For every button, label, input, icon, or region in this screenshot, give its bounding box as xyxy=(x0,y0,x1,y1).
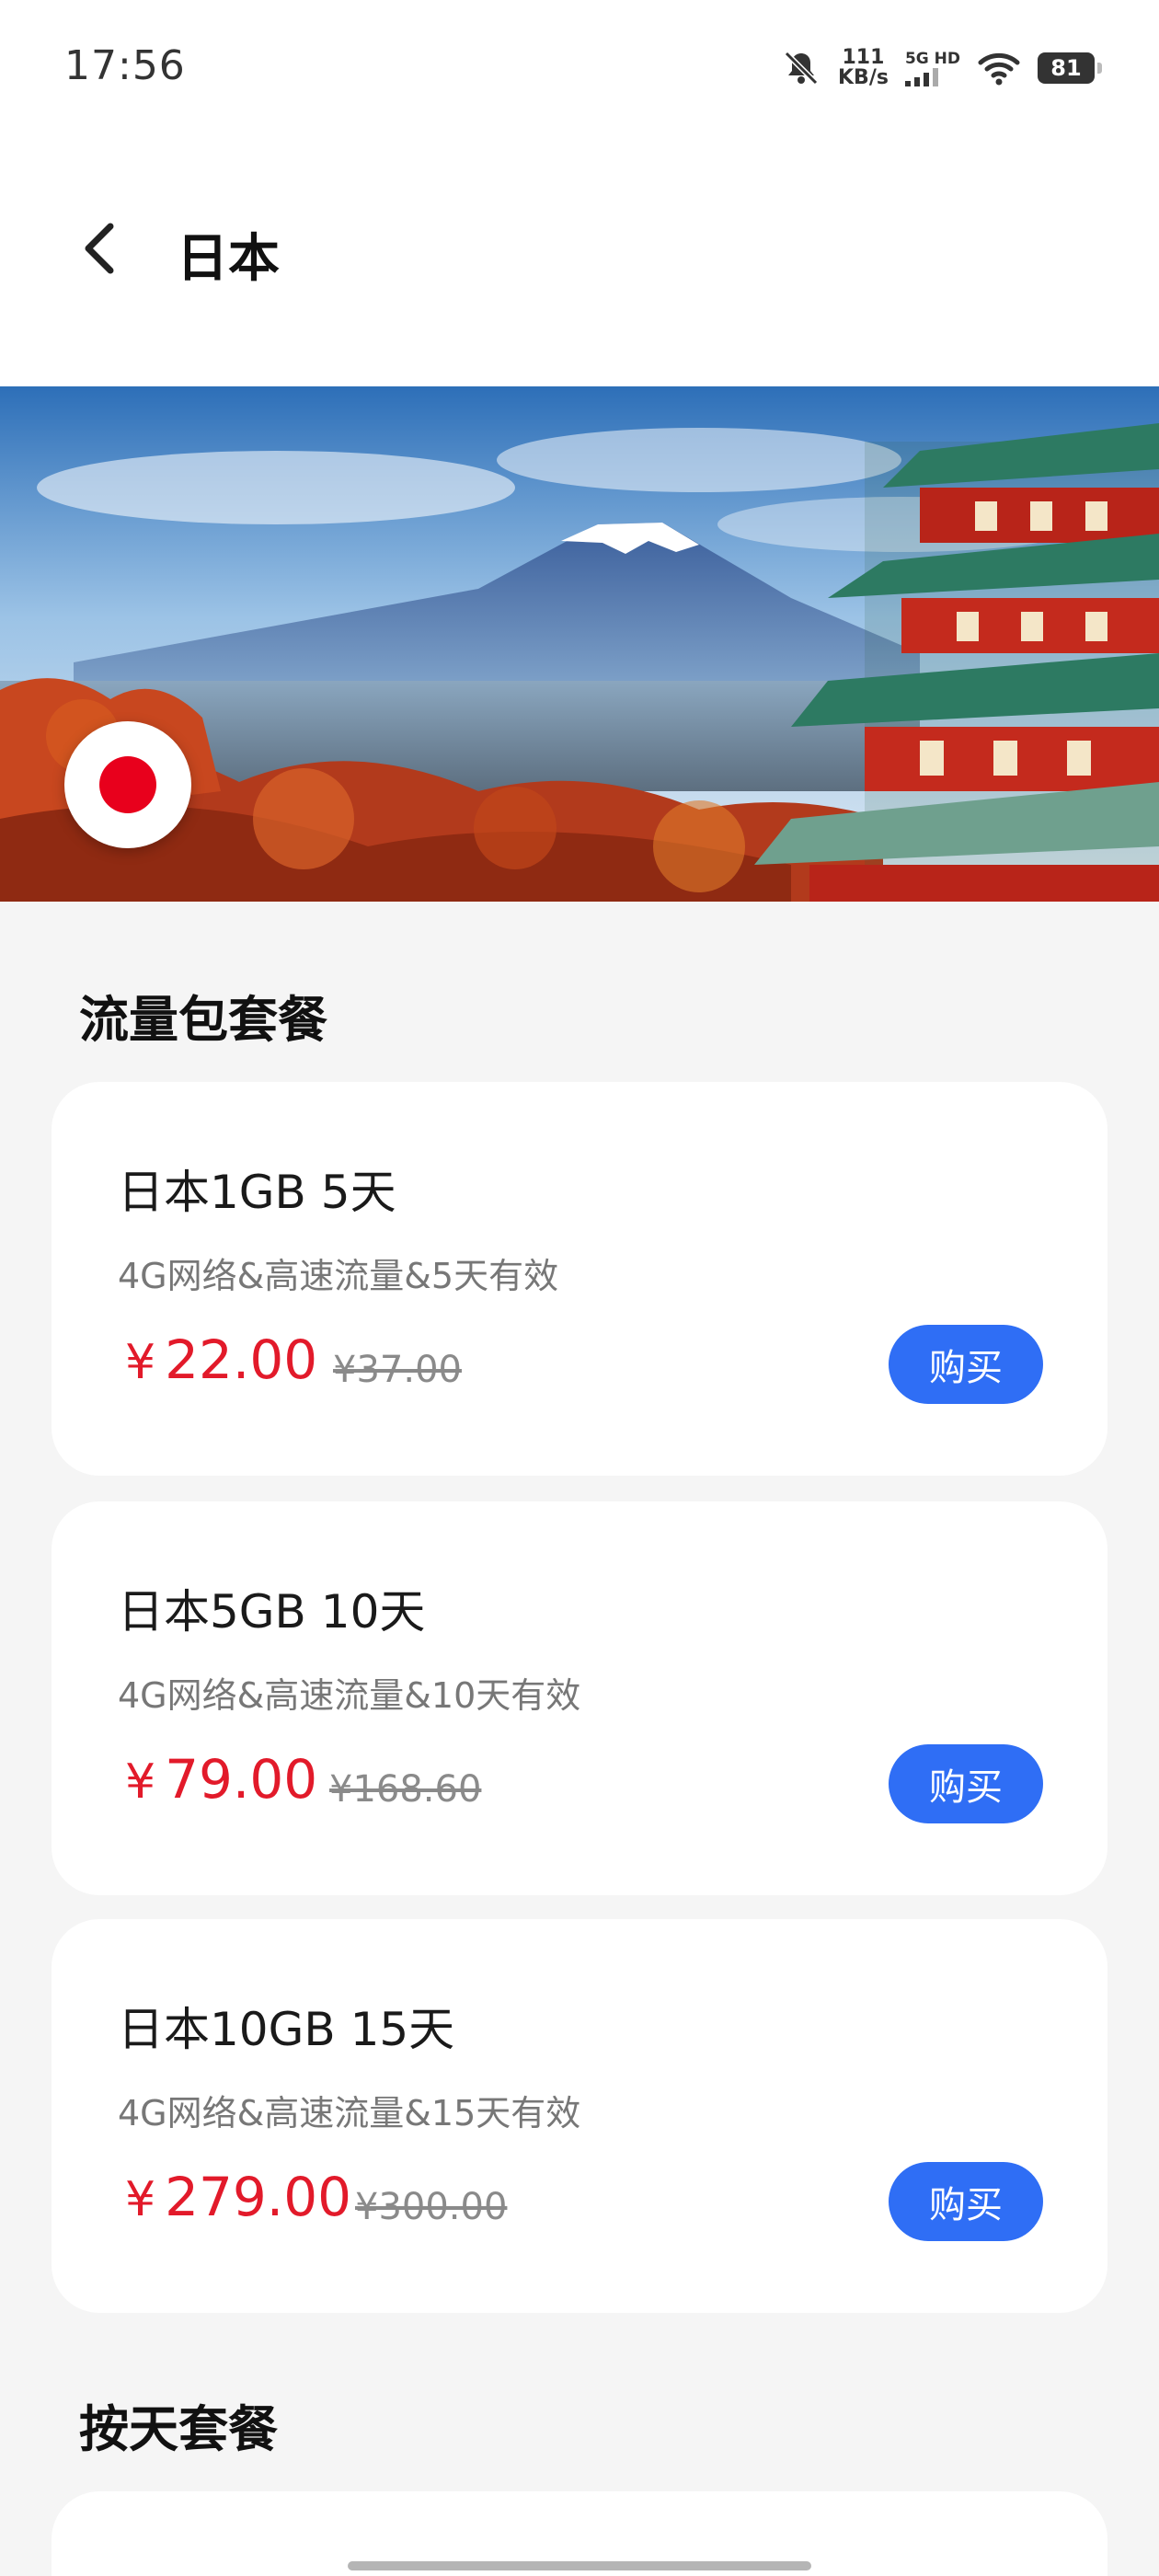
package-price: ¥279.00 xyxy=(125,2166,351,2228)
signal-icon: 5G HD xyxy=(904,50,960,86)
page-title: 日本 xyxy=(177,229,280,289)
price-value: 22.00 xyxy=(165,1328,318,1391)
section-title-data-packages: 流量包套餐 xyxy=(79,991,327,1049)
price-value: 279.00 xyxy=(165,2166,352,2228)
bell-muted-icon xyxy=(784,51,819,86)
package-price: ¥79.00 xyxy=(125,1748,317,1811)
buy-button[interactable]: 购买 xyxy=(889,2162,1043,2241)
package-name: 日本1GB 5天 xyxy=(118,1166,396,1219)
package-card-1: 日本1GB 5天 4G网络&高速流量&5天有效 ¥22.00 ¥37.00 购买 xyxy=(52,1082,1107,1476)
battery-icon: 81 xyxy=(1038,52,1102,84)
package-price: ¥22.00 xyxy=(125,1328,317,1391)
page-header: 日本 xyxy=(0,184,1159,322)
japan-flag-icon xyxy=(64,721,191,848)
status-bar: 17:56 111 KB/s 5G HD 81 xyxy=(0,0,1159,138)
buy-button[interactable]: 购买 xyxy=(889,1325,1043,1404)
original-price: ¥300.00 xyxy=(355,2186,508,2228)
status-time: 17:56 xyxy=(64,42,186,89)
home-indicator[interactable] xyxy=(348,2561,811,2570)
chevron-left-icon[interactable] xyxy=(64,212,138,285)
signal-label: 5G HD xyxy=(904,50,960,68)
wifi-icon xyxy=(978,52,1020,86)
package-description: 4G网络&高速流量&15天有效 xyxy=(118,2093,581,2133)
battery-level: 81 xyxy=(1050,55,1082,81)
price-value: 79.00 xyxy=(165,1748,318,1811)
package-name: 日本10GB 15天 xyxy=(118,2003,455,2056)
buy-button[interactable]: 购买 xyxy=(889,1744,1043,1823)
section-title-daily-packages: 按天套餐 xyxy=(79,2400,278,2458)
country-banner-image xyxy=(0,386,1159,902)
status-icons: 111 KB/s 5G HD 81 xyxy=(781,40,1102,96)
network-speed-unit: KB/s xyxy=(838,66,889,89)
currency-symbol: ¥ xyxy=(125,1754,156,1810)
package-description: 4G网络&高速流量&10天有效 xyxy=(118,1675,581,1716)
currency-symbol: ¥ xyxy=(125,1335,156,1390)
package-card-2: 日本5GB 10天 4G网络&高速流量&10天有效 ¥79.00 ¥168.60… xyxy=(52,1501,1107,1895)
original-price: ¥168.60 xyxy=(329,1768,482,1811)
currency-symbol: ¥ xyxy=(125,2172,156,2227)
original-price: ¥37.00 xyxy=(333,1349,462,1391)
package-name: 日本5GB 10天 xyxy=(118,1585,426,1639)
package-card-3: 日本10GB 15天 4G网络&高速流量&15天有效 ¥279.00 ¥300.… xyxy=(52,1919,1107,2313)
network-speed: 111 KB/s xyxy=(838,48,889,88)
package-description: 4G网络&高速流量&5天有效 xyxy=(118,1256,559,1296)
network-speed-value: 111 xyxy=(842,46,885,69)
